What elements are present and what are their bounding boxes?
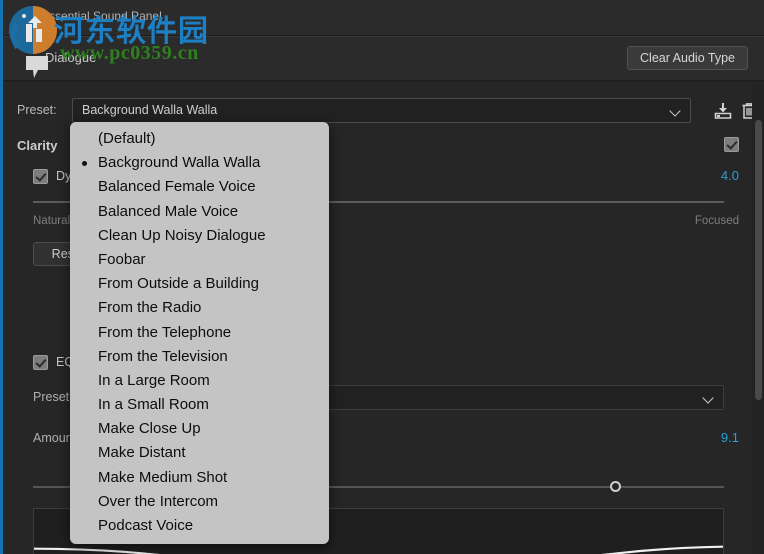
active-panel-indicator <box>0 0 3 554</box>
dynamics-checkbox[interactable] <box>33 169 48 184</box>
eq-preset-label: Preset: <box>33 390 73 404</box>
dropdown-item-label: From Outside a Building <box>98 275 259 293</box>
tab-essential-sound-panel[interactable]: Essential Sound Panel <box>41 9 162 23</box>
dropdown-item-label: (Default) <box>98 130 156 147</box>
dropdown-item[interactable]: Balanced Male Voice <box>70 200 329 224</box>
dropdown-item-label: From the Radio <box>98 299 202 317</box>
dropdown-item[interactable]: In a Large Room <box>70 369 329 393</box>
preset-dropdown-menu[interactable]: (Default) Background Walla Walla Balance… <box>70 122 329 545</box>
clarity-checkbox[interactable] <box>724 137 739 152</box>
dropdown-item[interactable]: Make Medium Shot <box>70 466 329 490</box>
dropdown-item[interactable]: (Default) <box>70 127 329 151</box>
audio-type-bar: Dialogue Clear Audio Type <box>3 37 764 81</box>
dropdown-item-label: In a Large Room <box>98 371 210 389</box>
dropdown-item-label: Podcast Voice <box>98 517 194 534</box>
chevron-down-icon <box>671 106 682 117</box>
vertical-scrollbar[interactable] <box>752 82 764 554</box>
clear-audio-type-button[interactable]: Clear Audio Type <box>627 46 748 70</box>
essential-sound-panel: Essential Sound Panel Dialogue Clear Aud… <box>0 0 764 554</box>
dynamics-max-label: Focused <box>694 215 739 227</box>
eq-amount-value[interactable]: 9.1 <box>721 430 739 445</box>
dropdown-item-label: Over the Intercom <box>98 492 219 510</box>
dropdown-item-label: Balanced Male Voice <box>98 202 239 220</box>
dropdown-item[interactable]: Foobar <box>70 248 329 272</box>
dropdown-item[interactable]: From the Radio <box>70 296 329 320</box>
dropdown-item-label: Balanced Female Voice <box>98 178 256 196</box>
dropdown-item[interactable]: From the Telephone <box>70 321 329 345</box>
save-preset-icon[interactable] <box>712 100 734 122</box>
preset-row: Preset: Background Walla Walla <box>3 98 764 124</box>
dropdown-item-label: In a Small Room <box>98 396 209 414</box>
dropdown-item[interactable]: Podcast Voice <box>70 514 329 538</box>
dropdown-item-selected[interactable]: Background Walla Walla <box>70 151 329 175</box>
dropdown-item[interactable]: Make Distant <box>70 441 329 465</box>
dropdown-item[interactable]: Make Close Up <box>70 417 329 441</box>
dropdown-item-label: Clean Up Noisy Dialogue <box>98 226 266 244</box>
dropdown-item-label: Background Walla Walla <box>98 154 261 172</box>
dropdown-item-label: From the Television <box>98 347 228 365</box>
dynamics-value[interactable]: 4.0 <box>721 168 739 183</box>
scrollbar-thumb[interactable] <box>755 120 762 400</box>
dropdown-item[interactable]: Balanced Female Voice <box>70 175 329 199</box>
dropdown-item-label: Make Medium Shot <box>98 468 228 486</box>
clarity-title: Clarity <box>17 138 58 153</box>
eq-checkbox[interactable] <box>33 355 48 370</box>
preset-dropdown[interactable]: Background Walla Walla <box>72 98 691 123</box>
chevron-down-icon <box>704 393 715 404</box>
dropdown-item-label: Make Close Up <box>98 420 201 438</box>
dropdown-item[interactable]: Over the Intercom <box>70 490 329 514</box>
panel-header: Essential Sound Panel <box>3 0 764 36</box>
dropdown-item[interactable]: From the Television <box>70 345 329 369</box>
dropdown-item-label: From the Telephone <box>98 323 232 341</box>
dropdown-item-label: Make Distant <box>98 444 186 462</box>
eq-amount-slider-knob[interactable] <box>609 481 621 492</box>
dropdown-item-label: Foobar <box>98 250 146 268</box>
dropdown-item[interactable]: In a Small Room <box>70 393 329 417</box>
selected-bullet-icon <box>82 160 87 166</box>
audio-type-label: Dialogue <box>45 50 97 65</box>
dropdown-item[interactable]: Clean Up Noisy Dialogue <box>70 224 329 248</box>
dropdown-item[interactable]: From Outside a Building <box>70 272 329 296</box>
preset-label: Preset: <box>17 103 57 117</box>
preset-selected-value: Background Walla Walla <box>82 103 218 117</box>
dynamics-min-label: Natural <box>33 215 71 227</box>
